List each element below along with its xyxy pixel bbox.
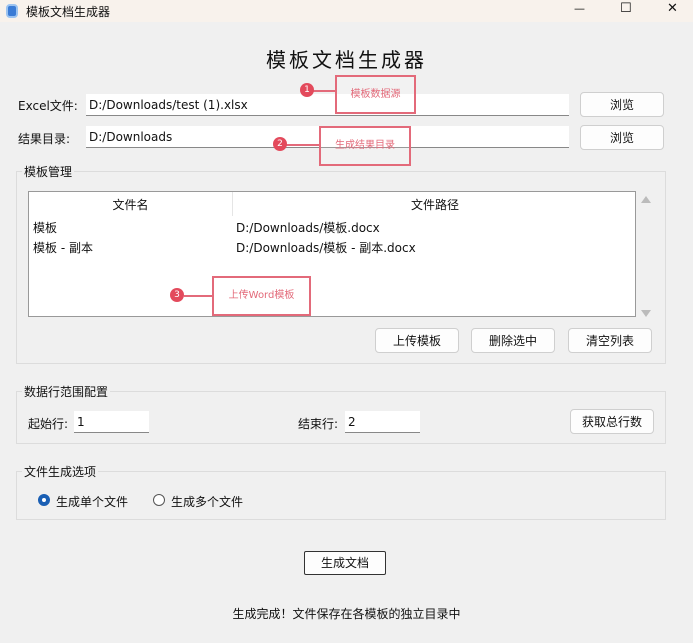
template-table: 文件名 文件路径 模板 D:/Downloads/模板.docx 模板 - 副本… (28, 191, 636, 317)
column-header-path[interactable]: 文件路径 (233, 196, 637, 213)
row-path: D:/Downloads/模板.docx (236, 221, 380, 235)
excel-file-input[interactable]: D:/Downloads/test (1).xlsx (86, 94, 569, 116)
table-row[interactable]: 模板 - 副本 D:/Downloads/模板 - 副本.docx (33, 239, 633, 256)
scroll-up-icon[interactable] (641, 196, 651, 203)
single-file-label[interactable]: 生成单个文件 (56, 493, 128, 510)
title-bar: 模板文档生成器 — ☐ ✕ (0, 0, 693, 22)
window-title: 模板文档生成器 (26, 5, 111, 19)
output-label: 结果目录: (18, 132, 71, 146)
end-row-input[interactable]: 2 (345, 411, 420, 433)
row-name: 模板 - 副本 (33, 241, 93, 255)
close-button[interactable]: ✕ (667, 1, 678, 16)
clear-list-button[interactable]: 清空列表 (568, 328, 652, 353)
excel-browse-button[interactable]: 浏览 (580, 92, 664, 117)
row-path: D:/Downloads/模板 - 副本.docx (236, 241, 416, 255)
page-title: 模板文档生成器 (266, 48, 427, 72)
table-row[interactable]: 模板 D:/Downloads/模板.docx (33, 219, 633, 236)
row-name: 模板 (33, 221, 58, 235)
generate-button[interactable]: 生成文档 (304, 551, 386, 575)
annotation-badge-1: 1 (300, 83, 314, 97)
scroll-down-icon[interactable] (641, 310, 651, 317)
options-group-title: 文件生成选项 (22, 463, 99, 480)
annotation-badge-3: 3 (170, 288, 184, 302)
annotation-callout-1: 模板数据源 (335, 75, 416, 114)
single-file-radio[interactable] (38, 494, 50, 506)
status-message: 生成完成！文件保存在各模板的独立目录中 (232, 607, 461, 621)
excel-label: Excel文件: (18, 99, 78, 113)
template-group-title: 模板管理 (22, 163, 75, 180)
annotation-callout-3: 上传Word模板 (212, 276, 311, 316)
minimize-button[interactable]: — (574, 2, 585, 15)
output-browse-button[interactable]: 浏览 (580, 125, 664, 150)
column-header-name[interactable]: 文件名 (29, 196, 232, 213)
get-total-rows-button[interactable]: 获取总行数 (570, 409, 654, 434)
start-row-input[interactable]: 1 (74, 411, 149, 433)
end-row-label: 结束行: (298, 417, 339, 431)
multiple-files-label[interactable]: 生成多个文件 (171, 493, 243, 510)
delete-selected-button[interactable]: 删除选中 (471, 328, 555, 353)
annotation-badge-2: 2 (273, 137, 287, 151)
multiple-files-radio[interactable] (153, 494, 165, 506)
app-icon (6, 4, 18, 18)
maximize-button[interactable]: ☐ (620, 1, 632, 16)
annotation-callout-2: 生成结果目录 (319, 126, 411, 166)
range-group-title: 数据行范围配置 (22, 383, 111, 400)
upload-template-button[interactable]: 上传模板 (375, 328, 459, 353)
start-row-label: 起始行: (28, 417, 69, 431)
